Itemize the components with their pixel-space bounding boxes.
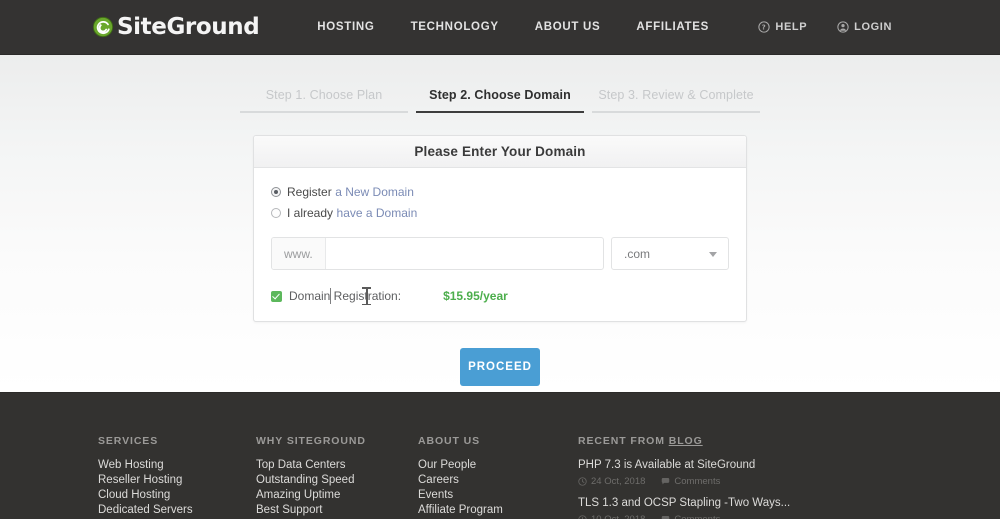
blog-post-1-comments: Comments <box>674 476 721 487</box>
help-link[interactable]: ? HELP <box>758 21 807 33</box>
footer-link-best-support[interactable]: Best Support <box>256 503 418 518</box>
footer-title-about-us: ABOUT US <box>418 435 481 447</box>
domain-entry-row: www. .com <box>271 237 729 270</box>
step-2-choose-domain[interactable]: Step 2. Choose Domain <box>416 88 584 113</box>
main-navigation: HOSTING TECHNOLOGY ABOUT US AFFILIATES <box>317 21 709 33</box>
blog-post-1-title[interactable]: PHP 7.3 is Available at SiteGround <box>578 458 808 473</box>
footer-link-events[interactable]: Events <box>418 488 578 503</box>
option-already-link[interactable]: have a Domain <box>337 206 418 220</box>
checkout-steps: Step 1. Choose Plan Step 2. Choose Domai… <box>0 55 1000 113</box>
nav-item-affiliates[interactable]: AFFILIATES <box>636 21 709 33</box>
panel-title: Please Enter Your Domain <box>414 144 586 159</box>
footer-link-affiliate-program[interactable]: Affiliate Program <box>418 503 578 518</box>
footer-column-services: SERVICES Web Hosting Reseller Hosting Cl… <box>98 435 256 519</box>
comment-bubble-icon <box>661 515 670 519</box>
radio-already-have-domain[interactable] <box>271 208 281 218</box>
clock-icon <box>578 477 587 486</box>
proceed-button-area: PROCEED <box>0 348 1000 386</box>
domain-registration-price: $15.95/year <box>443 289 508 303</box>
footer-link-cloud-hosting[interactable]: Cloud Hosting <box>98 488 256 503</box>
option-register-link[interactable]: a New Domain <box>335 185 414 199</box>
site-footer: SERVICES Web Hosting Reseller Hosting Cl… <box>0 392 1000 519</box>
footer-column-why-siteground: WHY SITEGROUND Top Data Centers Outstand… <box>256 435 418 519</box>
site-header: SiteGround HOSTING TECHNOLOGY ABOUT US A… <box>0 0 1000 55</box>
domain-panel-body: Register a New Domain I already have a D… <box>254 168 746 321</box>
radio-register-new-domain[interactable] <box>271 187 281 197</box>
blog-post-2-meta: 10 Oct, 2018 Comments <box>578 514 808 519</box>
footer-link-amazing-uptime[interactable]: Amazing Uptime <box>256 488 418 503</box>
main-content: Step 1. Choose Plan Step 2. Choose Domai… <box>0 55 1000 392</box>
blog-post-1-comments-wrap[interactable]: Comments <box>661 476 720 487</box>
step-3-review-complete[interactable]: Step 3. Review & Complete <box>592 88 760 113</box>
domain-registration-checkbox[interactable] <box>271 290 282 302</box>
nav-item-hosting[interactable]: HOSTING <box>317 21 374 33</box>
login-label: LOGIN <box>854 21 892 33</box>
blog-post-1-date: 24 Oct, 2018 <box>591 476 646 487</box>
footer-title-why-siteground: WHY SITEGROUND <box>256 435 366 447</box>
footer-link-web-hosting[interactable]: Web Hosting <box>98 458 256 473</box>
blog-post-2-title[interactable]: TLS 1.3 and OCSP Stapling -Two Ways... <box>578 496 808 511</box>
footer-title-recent-from-blog: RECENT FROM BLOG <box>578 435 808 447</box>
blog-post-2-date-wrap: 10 Oct, 2018 <box>578 514 645 519</box>
site-logo[interactable]: SiteGround <box>92 0 260 54</box>
proceed-button[interactable]: PROCEED <box>460 348 540 386</box>
footer-column-about-us: ABOUT US Our People Careers Events Affil… <box>418 435 578 519</box>
step-2-label: Step 2. Choose Domain <box>429 88 571 102</box>
clock-icon <box>578 515 587 519</box>
footer-link-dedicated-servers[interactable]: Dedicated Servers <box>98 503 256 518</box>
footer-title-blog-word: BLOG <box>668 435 703 447</box>
footer-link-outstanding-speed[interactable]: Outstanding Speed <box>256 473 418 488</box>
tld-selected-value: .com <box>624 246 651 261</box>
header-utility-links: ? HELP LOGIN <box>758 21 892 33</box>
blog-post-2-comments: Comments <box>674 514 720 519</box>
tld-dropdown[interactable]: .com <box>611 237 729 270</box>
blog-post-item: PHP 7.3 is Available at SiteGround 24 Oc… <box>578 458 808 487</box>
blog-post-1-meta: 24 Oct, 2018 Comments <box>578 476 808 487</box>
question-circle-icon: ? <box>758 21 771 33</box>
domain-panel: Please Enter Your Domain Register a New … <box>253 135 747 322</box>
nav-item-technology[interactable]: TECHNOLOGY <box>411 21 499 33</box>
footer-link-reseller-hosting[interactable]: Reseller Hosting <box>98 473 256 488</box>
comment-bubble-icon <box>661 477 670 486</box>
domain-registration-label: Domain Registration: <box>289 289 402 303</box>
option-already-have-domain[interactable]: I already have a Domain <box>271 206 729 220</box>
option-register-new-domain[interactable]: Register a New Domain <box>271 185 729 199</box>
nav-item-about-us[interactable]: ABOUT US <box>535 21 601 33</box>
blog-post-2-date: 10 Oct, 2018 <box>591 514 645 519</box>
domain-name-input[interactable] <box>325 238 603 269</box>
svg-text:?: ? <box>762 24 766 32</box>
step-1-choose-plan[interactable]: Step 1. Choose Plan <box>240 88 408 113</box>
chevron-down-icon <box>709 251 717 257</box>
footer-column-recent-blog: RECENT FROM BLOG PHP 7.3 is Available at… <box>578 435 808 519</box>
blog-post-2-comments-wrap[interactable]: Comments <box>661 514 720 519</box>
user-icon <box>837 21 849 33</box>
footer-title-recent-prefix: RECENT FROM <box>578 435 669 447</box>
blog-post-1-date-wrap: 24 Oct, 2018 <box>578 476 645 487</box>
siteground-swirl-icon <box>92 16 114 38</box>
domain-panel-header: Please Enter Your Domain <box>254 136 746 168</box>
footer-link-our-people[interactable]: Our People <box>418 458 578 473</box>
footer-link-careers[interactable]: Careers <box>418 473 578 488</box>
footer-title-services: SERVICES <box>98 435 159 447</box>
option-already-label: I already <box>287 206 334 220</box>
login-link[interactable]: LOGIN <box>837 21 892 33</box>
footer-link-top-data-centers[interactable]: Top Data Centers <box>256 458 418 473</box>
domain-input-group[interactable]: www. <box>271 237 604 270</box>
www-prefix-label: www. <box>272 238 326 269</box>
logo-text: SiteGround <box>117 14 260 40</box>
step-1-label: Step 1. Choose Plan <box>265 88 383 102</box>
help-label: HELP <box>775 21 808 33</box>
domain-registration-price-row: Domain Registration: $15.95/year <box>271 289 729 303</box>
text-caret <box>330 288 331 304</box>
blog-post-item: TLS 1.3 and OCSP Stapling -Two Ways... 1… <box>578 496 808 519</box>
step-3-label: Step 3. Review & Complete <box>598 88 754 102</box>
page-root: SiteGround HOSTING TECHNOLOGY ABOUT US A… <box>0 0 1000 519</box>
option-register-label: Register <box>287 185 332 199</box>
